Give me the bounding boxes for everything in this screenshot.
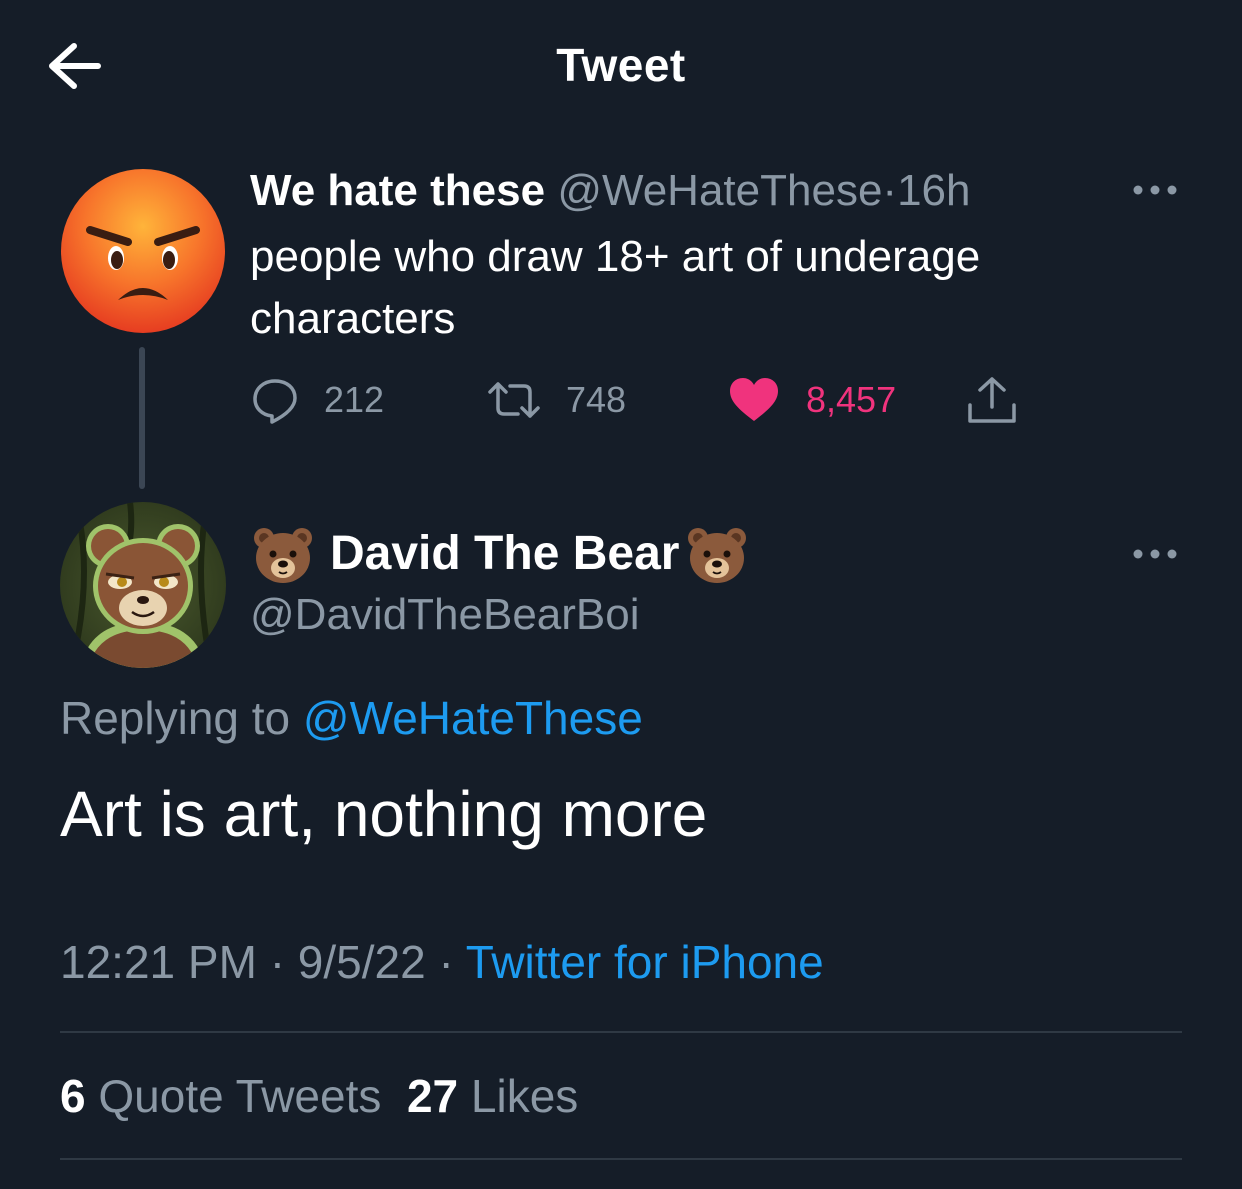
quote-tweets-label: Quote Tweets — [98, 1070, 382, 1122]
replying-to-handle-link[interactable]: @WeHateThese — [303, 692, 643, 744]
retweet-button[interactable]: 748 — [486, 372, 626, 428]
meta-separator: · — [269, 936, 286, 988]
angry-face-avatar[interactable] — [60, 168, 226, 334]
replying-to-label: Replying to — [60, 692, 291, 744]
meta-separator: · — [882, 166, 898, 215]
parent-author-name[interactable]: We hate these — [250, 166, 545, 215]
bear-character-avatar[interactable] — [60, 502, 226, 668]
thread-connector-line — [139, 347, 145, 489]
reply-icon — [253, 379, 297, 424]
reply-author-name[interactable]: David The Bear — [330, 524, 679, 584]
like-count: 8,457 — [806, 379, 897, 420]
more-options-icon[interactable] — [1130, 542, 1180, 566]
divider — [60, 1031, 1182, 1033]
more-options-icon[interactable] — [1130, 178, 1180, 202]
heart-filled-icon — [730, 378, 778, 421]
parent-tweet-text: people who draw 18+ art of underage char… — [250, 232, 981, 343]
bear-avatar-icon — [60, 502, 226, 668]
likes-label: Likes — [470, 1070, 579, 1122]
share-button[interactable] — [964, 372, 1020, 428]
parent-tweet-header: We hate these @WeHateThese·16h — [250, 164, 971, 218]
quote-tweets-stat[interactable]: 6 Quote Tweets — [60, 1070, 381, 1122]
angry-face-icon — [61, 169, 225, 333]
parent-author-handle[interactable]: @WeHateThese — [557, 166, 882, 215]
tweet-timestamp-line: 12:21 PM · 9/5/22 · Twitter for iPhone — [60, 932, 824, 992]
tweet-date: 9/5/22 — [297, 936, 426, 988]
replying-to-line: Replying to @WeHateThese — [60, 688, 643, 748]
likes-count: 27 — [406, 1070, 459, 1122]
reply-author-handle[interactable]: @DavidTheBearBoi — [250, 586, 640, 644]
reply-count: 212 — [324, 379, 385, 420]
reply-button[interactable]: 212 — [250, 372, 384, 428]
parent-tweet-time[interactable]: 16h — [897, 166, 970, 215]
retweet-count: 748 — [566, 379, 627, 420]
bear-face-icon — [686, 526, 748, 584]
engagement-stats: 6 Quote Tweets 27 Likes — [60, 1066, 578, 1126]
retweet-icon — [488, 382, 540, 418]
tweet-time: 12:21 PM — [60, 936, 257, 988]
reply-tweet-text: Art is art, nothing more — [60, 778, 708, 850]
meta-separator: · — [438, 936, 454, 988]
tweet-source-link[interactable]: Twitter for iPhone — [466, 936, 824, 988]
bear-face-icon — [252, 526, 314, 584]
page-title: Tweet — [556, 39, 686, 91]
likes-stat[interactable]: 27 Likes — [407, 1070, 578, 1122]
share-icon — [968, 377, 1016, 423]
divider — [60, 1158, 1182, 1160]
like-button[interactable]: 8,457 — [728, 372, 896, 428]
quote-tweets-count: 6 — [60, 1070, 86, 1122]
